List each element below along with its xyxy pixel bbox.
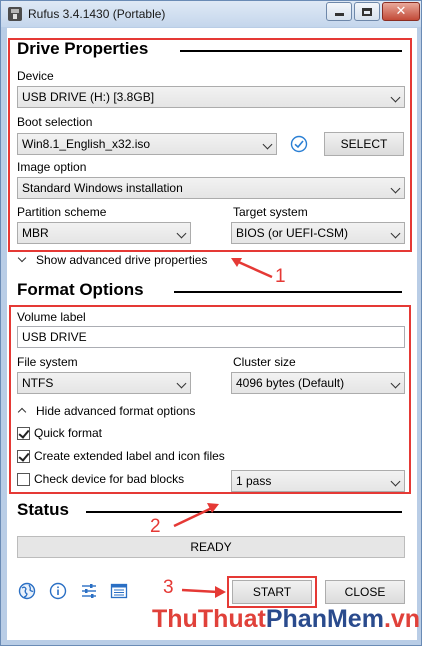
annotation-arrow-3 bbox=[181, 586, 226, 598]
chevron-down-icon bbox=[390, 476, 401, 487]
quick-format-checkbox-row[interactable]: Quick format bbox=[17, 426, 217, 442]
image-option-value: Standard Windows installation bbox=[22, 181, 183, 195]
image-option-dropdown[interactable]: Standard Windows installation bbox=[17, 177, 405, 199]
window-close-button[interactable]: ✕ bbox=[382, 2, 420, 21]
chevron-down-icon bbox=[262, 139, 273, 150]
annotation-arrow-1 bbox=[231, 258, 273, 279]
maximize-icon bbox=[362, 7, 372, 16]
passes-dropdown[interactable]: 1 pass bbox=[231, 470, 405, 492]
extended-label-label: Create extended label and icon files bbox=[34, 449, 225, 463]
globe-icon[interactable] bbox=[18, 582, 36, 600]
file-system-value: NTFS bbox=[22, 376, 54, 390]
partition-scheme-value: MBR bbox=[22, 226, 49, 240]
target-system-dropdown[interactable]: BIOS (or UEFI-CSM) bbox=[231, 222, 405, 244]
volume-label-label: Volume label bbox=[17, 310, 86, 324]
watermark-part-3: .vn bbox=[383, 605, 421, 633]
maximize-button[interactable] bbox=[354, 2, 380, 21]
annotation-number-1: 1 bbox=[275, 266, 286, 287]
watermark-part-1: ThuThuat bbox=[152, 605, 266, 633]
partition-scheme-dropdown[interactable]: MBR bbox=[17, 222, 191, 244]
extended-label-checkbox-row[interactable]: Create extended label and icon files bbox=[17, 449, 277, 465]
file-system-dropdown[interactable]: NTFS bbox=[17, 372, 191, 394]
status-bar: READY bbox=[17, 536, 405, 558]
settings-sliders-icon[interactable] bbox=[80, 582, 98, 600]
bad-blocks-label: Check device for bad blocks bbox=[34, 472, 185, 486]
chevron-down-icon bbox=[390, 228, 401, 239]
device-label: Device bbox=[17, 69, 54, 83]
passes-value: 1 pass bbox=[236, 474, 272, 488]
annotation-number-2: 2 bbox=[150, 516, 161, 537]
log-icon[interactable] bbox=[110, 582, 128, 600]
annotation-arrow-2 bbox=[173, 503, 219, 528]
hide-advanced-format-label: Hide advanced format options bbox=[36, 404, 196, 418]
device-value: USB DRIVE (H:) [3.8GB] bbox=[22, 90, 155, 104]
select-button[interactable]: SELECT bbox=[324, 132, 404, 156]
format-options-heading: Format Options bbox=[17, 280, 144, 299]
status-rule bbox=[86, 511, 402, 513]
cluster-size-label: Cluster size bbox=[233, 355, 296, 369]
cluster-size-dropdown[interactable]: 4096 bytes (Default) bbox=[231, 372, 405, 394]
minimize-button[interactable] bbox=[326, 2, 352, 21]
info-icon[interactable] bbox=[49, 582, 67, 600]
bad-blocks-checkbox-row[interactable]: Check device for bad blocks bbox=[17, 472, 217, 488]
drive-properties-heading: Drive Properties bbox=[17, 39, 149, 58]
boot-selection-label: Boot selection bbox=[17, 115, 93, 129]
chevron-down-icon bbox=[390, 378, 401, 389]
device-dropdown[interactable]: USB DRIVE (H:) [3.8GB] bbox=[17, 86, 405, 108]
boot-selection-value: Win8.1_English_x32.iso bbox=[22, 137, 151, 151]
close-button[interactable]: CLOSE bbox=[325, 580, 405, 604]
extended-label-checkbox[interactable] bbox=[17, 450, 30, 463]
status-heading: Status bbox=[17, 500, 69, 519]
minimize-icon bbox=[334, 13, 344, 16]
chevron-down-icon bbox=[176, 228, 187, 239]
annotation-number-3: 3 bbox=[163, 577, 174, 598]
window-title: Rufus 3.4.1430 (Portable) bbox=[28, 7, 166, 21]
boot-selection-dropdown[interactable]: Win8.1_English_x32.iso bbox=[17, 133, 277, 155]
format-options-rule bbox=[174, 291, 402, 293]
partition-scheme-label: Partition scheme bbox=[17, 205, 107, 219]
start-button[interactable]: START bbox=[232, 580, 312, 604]
quick-format-checkbox[interactable] bbox=[17, 427, 30, 440]
watermark-part-2: PhanMem bbox=[265, 605, 384, 633]
cluster-size-value: 4096 bytes (Default) bbox=[236, 376, 345, 390]
bad-blocks-checkbox[interactable] bbox=[17, 473, 30, 486]
image-option-label: Image option bbox=[17, 160, 87, 174]
close-icon: ✕ bbox=[395, 4, 407, 19]
chevron-down-icon bbox=[390, 92, 401, 103]
show-advanced-drive-label: Show advanced drive properties bbox=[36, 253, 208, 267]
target-system-label: Target system bbox=[233, 205, 308, 219]
drive-properties-rule bbox=[180, 50, 402, 52]
checkmark-circle-icon[interactable] bbox=[290, 135, 308, 153]
usb-drive-app-icon bbox=[8, 7, 22, 21]
title-bar[interactable]: Rufus 3.4.1430 (Portable) ✕ bbox=[1, 1, 421, 27]
watermark-text: ThuThuatPhanMem.vn bbox=[152, 605, 420, 634]
chevron-down-icon bbox=[390, 183, 401, 194]
quick-format-label: Quick format bbox=[34, 426, 103, 440]
chevron-down-icon bbox=[176, 378, 187, 389]
volume-label-input[interactable]: USB DRIVE bbox=[17, 326, 405, 348]
target-system-value: BIOS (or UEFI-CSM) bbox=[236, 226, 349, 240]
file-system-label: File system bbox=[17, 355, 78, 369]
